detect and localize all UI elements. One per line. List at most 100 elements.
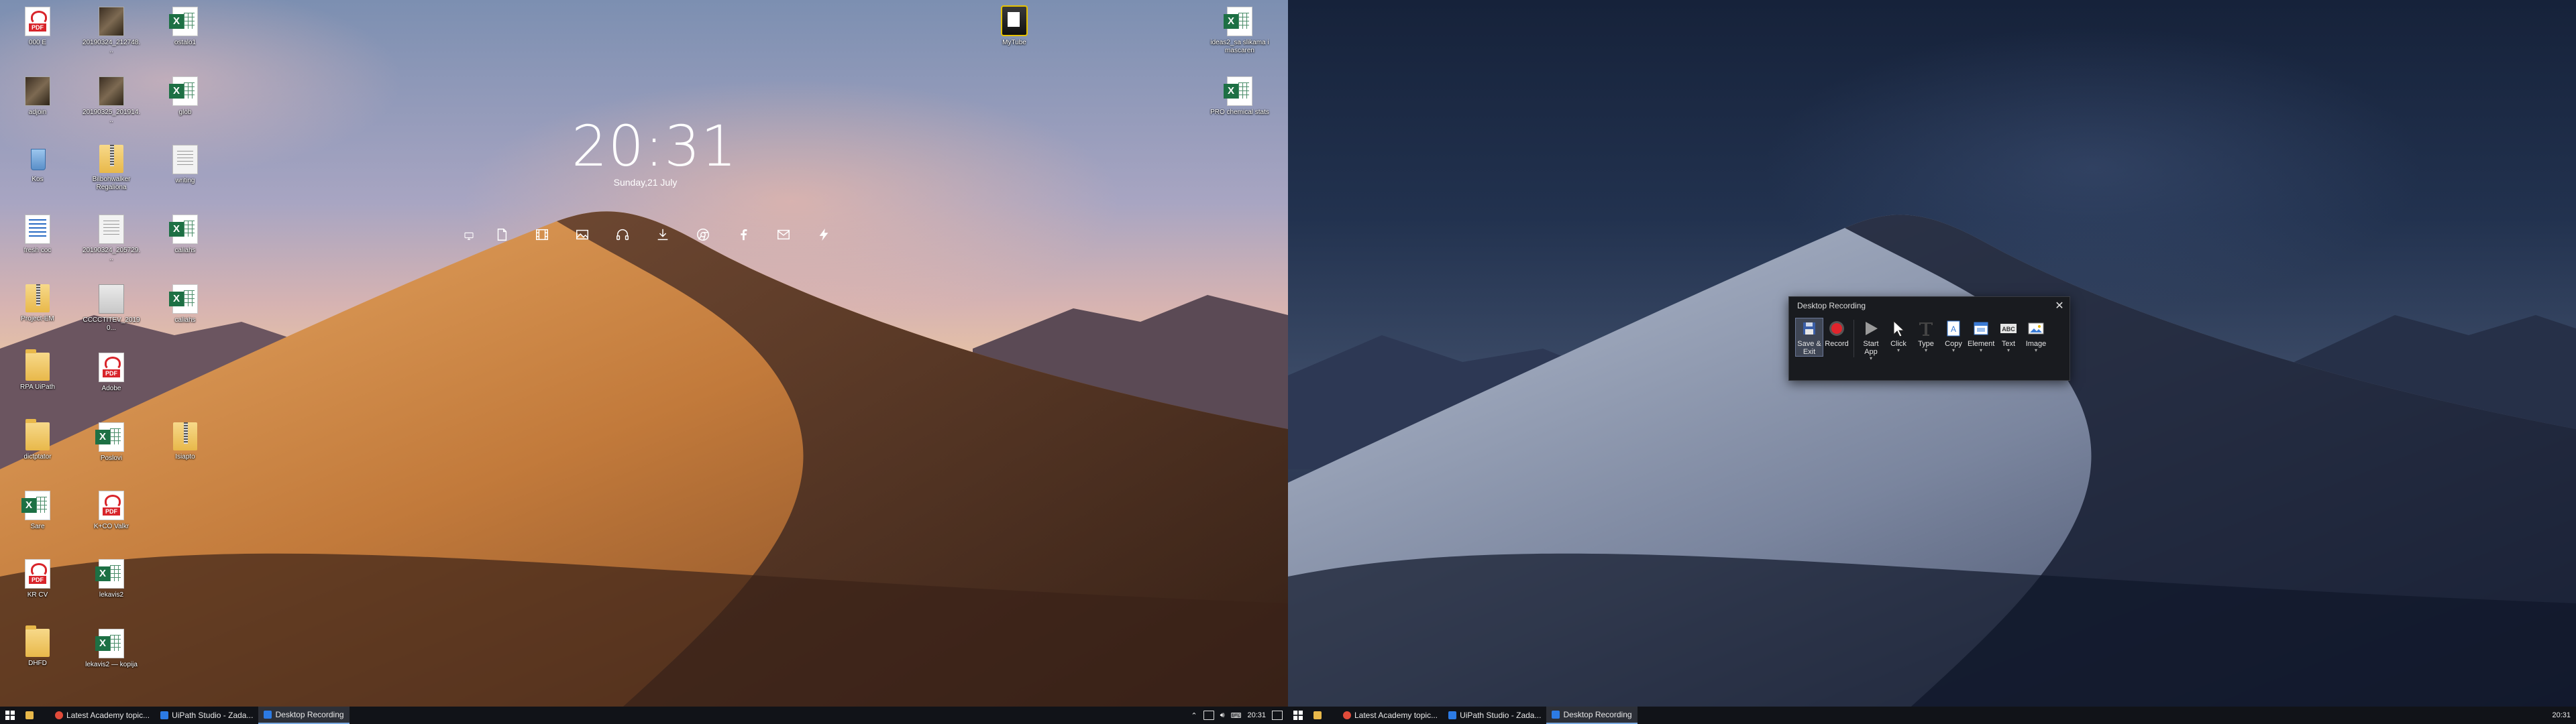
desktop-icon[interactable]: RPA UiPath [7, 349, 68, 414]
chevron-down-icon[interactable]: ▾ [1940, 348, 1967, 353]
desktop-icon[interactable]: PRO chemical stats [1209, 74, 1271, 138]
desktop-icon[interactable]: DHFD [7, 625, 68, 690]
folder-icon [25, 349, 50, 381]
tray-clock[interactable]: 20:31 [1247, 711, 1266, 719]
excel-file-icon [95, 422, 124, 452]
chevron-down-icon[interactable]: ▾ [1858, 356, 1884, 361]
tray-clock[interactable]: 20:31 [2552, 711, 2571, 719]
document-icon[interactable] [482, 227, 522, 247]
desktop-icon[interactable]: 20190324_205729... [80, 212, 142, 276]
desktop-icon[interactable]: caliahs [154, 282, 216, 346]
desktop-icon[interactable]: CCCCTITEV_20190... [80, 282, 142, 346]
taskbar-window-label: Desktop Recording [275, 710, 344, 719]
desktop-icon[interactable]: 20190325_201914... [80, 74, 142, 138]
folder-icon [25, 419, 50, 450]
mail-icon[interactable] [763, 227, 804, 247]
uipath-icon [264, 711, 272, 719]
desktop-icon-label: Isiapto [175, 453, 195, 461]
network-icon[interactable] [1203, 711, 1214, 720]
desktop-icon-label: Project-EM [21, 315, 54, 322]
close-button[interactable]: ✕ [2049, 297, 2070, 314]
desktop-icon[interactable]: fresh coc [7, 212, 68, 276]
excel-file-icon [169, 284, 198, 314]
chevron-down-icon[interactable]: ▾ [1913, 348, 1939, 353]
notifications-icon[interactable] [1272, 711, 1283, 720]
desktop-icon-label: caliahs [174, 316, 196, 324]
desktop-icon-label: 000 E [28, 39, 47, 46]
desktop-icon[interactable]: MyTube [983, 3, 1045, 67]
text-button[interactable]: ABC Text ▾ [1995, 318, 2022, 353]
monitor-icon[interactable] [456, 227, 482, 247]
desktop-icon[interactable]: writing [154, 142, 216, 206]
chrome-icon[interactable] [683, 227, 723, 247]
start-button[interactable] [0, 707, 20, 724]
taskbar-window-uipath[interactable]: UiPath Studio - Zada... [155, 707, 258, 724]
chevron-down-icon[interactable]: ▾ [1968, 348, 1994, 353]
desktop-icon[interactable]: adjoin [7, 74, 68, 138]
taskbar-window-uipath[interactable]: UiPath Studio - Zada... [1443, 707, 1546, 724]
desktop-icon-label: PRO chemical stats [1210, 109, 1269, 116]
file-explorer-button[interactable] [20, 707, 50, 724]
text-file-icon [25, 215, 50, 244]
mytube-app-icon [1001, 5, 1028, 36]
desktop-icon[interactable]: Kos [7, 142, 68, 206]
desktop-icon[interactable]: Project-EM [7, 282, 68, 346]
facebook-icon[interactable] [723, 227, 763, 247]
record-button[interactable]: Record [1823, 318, 1850, 348]
desktop-icon[interactable]: Sare [7, 488, 68, 552]
launcher-dock [456, 225, 844, 249]
headphones-icon[interactable] [602, 227, 643, 247]
chevron-down-icon[interactable]: ▾ [2023, 348, 2049, 353]
zip-folder-icon [99, 145, 123, 173]
copy-button[interactable]: A Copy ▾ [1940, 318, 1967, 353]
image-button[interactable]: Image ▾ [2023, 318, 2049, 353]
desktop-icon[interactable]: ostalo1 [154, 4, 216, 68]
click-button[interactable]: Click ▾ [1885, 318, 1912, 353]
chevron-down-icon[interactable]: ▾ [1995, 348, 2022, 353]
desktop-icon[interactable]: glob [154, 74, 216, 138]
desktop-icon-label: lekavis2 [99, 591, 124, 599]
desktop-icon-label: fresh coc [23, 247, 52, 254]
start-app-button[interactable]: Start App ▾ [1858, 318, 1884, 361]
taskbar-window-label: UiPath Studio - Zada... [172, 711, 254, 720]
desktop-icon[interactable]: Poslovi [80, 420, 142, 484]
copy-icon: A [1943, 318, 1964, 339]
keyboard-icon[interactable]: ⌨ [1231, 711, 1242, 720]
desktop-icon[interactable]: Bilbohwalker Regaliona [80, 142, 142, 206]
file-explorer-button[interactable] [1308, 707, 1338, 724]
desktop-icon[interactable]: dictptator [7, 419, 68, 484]
download-icon[interactable] [643, 227, 683, 247]
desktop-icon[interactable]: K+CO Valkr [80, 488, 142, 552]
desktop-icon[interactable]: 20190324_212748... [80, 4, 142, 68]
desktop-icon[interactable]: ideas2_sa slikama i mascaren [1209, 4, 1271, 68]
taskbar-window-chrome[interactable]: Latest Academy topic... [1338, 707, 1443, 724]
start-button[interactable] [1288, 707, 1308, 724]
desktop-icon[interactable]: Isiapto [154, 420, 216, 484]
type-button[interactable]: Type ▾ [1913, 318, 1939, 353]
desktop-icon[interactable]: lekavis2 — kopija [80, 626, 142, 690]
chevron-down-icon[interactable]: ▾ [1885, 348, 1912, 353]
speaker-icon[interactable]: 🔊︎ [1220, 711, 1225, 720]
save-exit-button[interactable]: Save & Exit [1795, 318, 1823, 357]
desktop-icon-label: 20190324_212748... [82, 39, 141, 54]
cursor-icon [1888, 318, 1909, 339]
chevron-up-icon[interactable]: ⌃ [1191, 711, 1197, 720]
desktop-icon[interactable]: lekavis2 [80, 556, 142, 621]
image-icon[interactable] [562, 227, 602, 247]
desktop-icon[interactable]: caliahs [154, 212, 216, 276]
desktop-icon[interactable]: KR CV [7, 556, 68, 621]
taskbar-window-recording[interactable]: Desktop Recording [1546, 707, 1638, 724]
tool-label: Record [1825, 340, 1849, 348]
taskbar-window-chrome[interactable]: Latest Academy topic... [50, 707, 155, 724]
window-titlebar[interactable]: Desktop Recording ✕ [1789, 297, 2070, 314]
desktop-icon[interactable]: Adobe [80, 350, 142, 414]
element-button[interactable]: Element ▾ [1968, 318, 1994, 353]
bolt-icon[interactable] [804, 227, 844, 247]
taskbar-window-recording[interactable]: Desktop Recording [258, 707, 350, 724]
folder-icon [1313, 711, 1322, 719]
film-icon[interactable] [522, 227, 562, 247]
excel-file-icon [169, 76, 198, 106]
folder-icon [25, 711, 34, 719]
desktop-icon[interactable]: 000 E [7, 4, 68, 68]
desktop-icon-label: KR CV [27, 591, 48, 599]
